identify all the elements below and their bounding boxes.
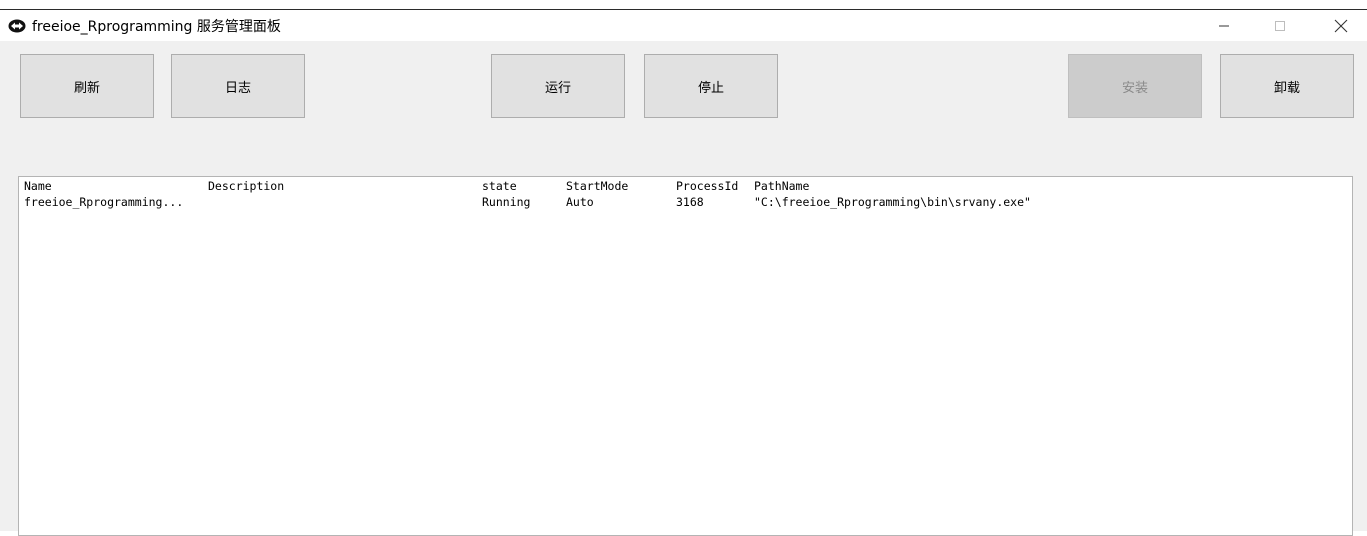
app-icon xyxy=(8,19,26,33)
uninstall-label: 卸载 xyxy=(1273,80,1300,96)
cell-pathname: "C:\freeioe_Rprogramming\bin\srvany.exe" xyxy=(754,195,1031,209)
cell-startmode: Auto xyxy=(566,195,594,209)
stop-button[interactable]: 停止 xyxy=(644,54,778,118)
log-label: 日志 xyxy=(224,80,251,96)
cell-state: Running xyxy=(482,195,531,209)
maximize-icon xyxy=(1275,20,1285,31)
column-header-startmode[interactable]: StartMode xyxy=(566,178,628,194)
refresh-label: 刷新 xyxy=(73,80,100,96)
table-row[interactable]: freeioe_Rprogramming... Running Auto 316… xyxy=(19,194,1352,210)
refresh-button[interactable]: 刷新 xyxy=(20,54,154,118)
run-label: 运行 xyxy=(544,80,571,96)
window-top-edge xyxy=(0,0,1367,10)
column-header-processid[interactable]: ProcessId xyxy=(676,178,738,194)
column-header-name[interactable]: Name xyxy=(24,178,52,194)
cell-processid: 3168 xyxy=(676,195,704,209)
minimize-icon xyxy=(1219,25,1229,26)
column-header-state[interactable]: state xyxy=(482,178,517,194)
list-header: Name Description state StartMode Process… xyxy=(19,178,1352,194)
close-icon xyxy=(1334,19,1348,32)
column-header-description[interactable]: Description xyxy=(208,178,284,194)
client-area: 刷新 日志 运行 停止 安装 卸载 Name Description state… xyxy=(0,41,1367,536)
install-button: 安装 xyxy=(1068,54,1202,118)
log-button[interactable]: 日志 xyxy=(171,54,305,118)
uninstall-button[interactable]: 卸载 xyxy=(1220,54,1354,118)
run-button[interactable]: 运行 xyxy=(491,54,625,118)
minimize-button[interactable] xyxy=(1201,10,1247,41)
close-button[interactable] xyxy=(1318,10,1364,41)
cell-name: freeioe_Rprogramming... xyxy=(24,195,184,209)
service-list[interactable]: Name Description state StartMode Process… xyxy=(18,176,1353,536)
window-title: freeioe_Rprogramming 服务管理面板 xyxy=(32,19,281,35)
stop-label: 停止 xyxy=(697,80,724,96)
column-header-pathname[interactable]: PathName xyxy=(754,178,809,194)
maximize-button[interactable] xyxy=(1257,10,1303,41)
install-label: 安装 xyxy=(1121,80,1148,96)
title-bar[interactable]: freeioe_Rprogramming 服务管理面板 xyxy=(0,10,1367,41)
